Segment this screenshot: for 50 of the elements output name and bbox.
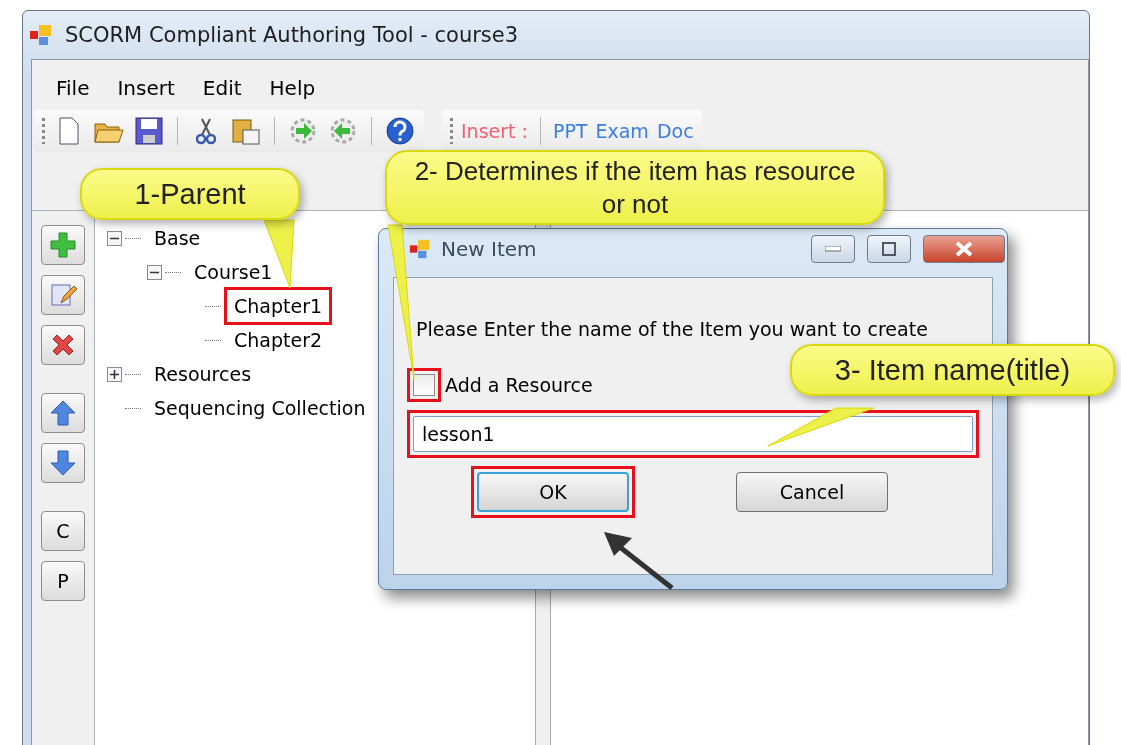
letter-button[interactable]: P [41, 561, 85, 601]
letter-button[interactable]: C [41, 511, 85, 551]
insert-label: Insert : [461, 120, 528, 142]
menu-item[interactable]: Edit [188, 72, 256, 104]
edit-button[interactable] [41, 275, 85, 315]
insert-link[interactable]: Doc [656, 120, 694, 142]
delete-button[interactable] [41, 325, 85, 365]
insert-link[interactable]: Exam [595, 120, 649, 142]
tree-item[interactable]: Resources [150, 361, 256, 387]
menu-item[interactable]: Insert [103, 72, 189, 104]
move-down-button[interactable] [41, 443, 85, 483]
checkbox-label: Add a Resource [445, 374, 593, 396]
prompt-text: Please Enter the name of the Item you want to create [416, 318, 929, 340]
help-icon[interactable] [384, 115, 416, 147]
pointer-arrow [602, 530, 674, 590]
callout: 3- Item name(title) [790, 344, 1115, 397]
collapse-icon[interactable] [107, 230, 122, 246]
tree-item[interactable]: Chapter1 [230, 293, 327, 319]
menu-item[interactable]: File [42, 72, 104, 104]
name-input-field[interactable]: lesson1 [413, 416, 973, 452]
close-button[interactable] [923, 235, 1005, 263]
app-icon [29, 23, 53, 47]
dialog-button[interactable]: OK [477, 472, 629, 512]
checkbox[interactable] [413, 374, 435, 396]
tree-item[interactable]: Sequencing Collection [150, 395, 370, 421]
callout: 1-Parent [80, 168, 300, 221]
add-button[interactable] [41, 225, 85, 265]
pencil-icon [49, 281, 77, 309]
maximize-icon [882, 242, 896, 256]
dialog-title: New Item [441, 237, 538, 261]
expand-icon[interactable] [107, 366, 122, 382]
maximize-button[interactable] [867, 235, 911, 263]
save-icon[interactable] [133, 115, 165, 147]
app-icon [409, 238, 431, 260]
close-icon [954, 241, 974, 257]
move-up-button[interactable] [41, 393, 85, 433]
collapse-icon[interactable] [147, 264, 162, 280]
tree-item[interactable]: Course1 [190, 259, 277, 285]
minimize-button[interactable] [811, 235, 855, 263]
tree-item[interactable]: Base [150, 225, 205, 251]
dialog-button[interactable]: Cancel [736, 472, 888, 512]
callout: 2- Determines if the item has resource or not [385, 150, 885, 225]
insert-link[interactable]: PPT [552, 120, 588, 142]
menu-item[interactable]: Help [255, 72, 330, 104]
arrow-down-icon [49, 449, 77, 477]
window-title: SCORM Compliant Authoring Tool - course3 [65, 23, 519, 47]
minimize-icon [825, 246, 841, 252]
tree-item[interactable]: Chapter2 [230, 327, 327, 353]
plus-icon [49, 231, 77, 259]
arrow-up-icon [49, 399, 77, 427]
